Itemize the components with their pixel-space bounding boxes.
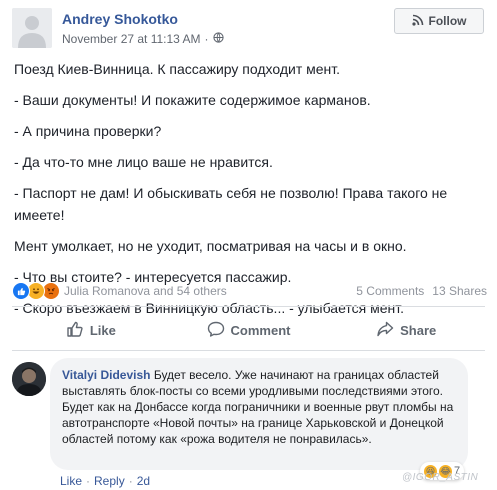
share-label: Share — [400, 322, 437, 338]
comment-reply-link[interactable]: Reply — [94, 474, 125, 488]
post-timestamp[interactable]: November 27 at 11:13 AM — [62, 32, 201, 46]
divider — [12, 350, 485, 351]
comment-label: Comment — [230, 322, 291, 338]
post-paragraph: - Паспорт не дам! И обыскивать себя не п… — [14, 185, 448, 223]
follow-label: Follow — [428, 14, 467, 28]
comments-count[interactable]: 5 Comments — [356, 284, 424, 298]
comment-bubble: Vitalyi Didevish Будет весело. Уже начин… — [50, 358, 468, 470]
comment-age[interactable]: 2d — [137, 474, 150, 488]
rss-icon — [411, 14, 424, 29]
post-author[interactable]: Andrey Shokotko — [62, 11, 178, 27]
comment-like-link[interactable]: Like — [60, 474, 82, 488]
thumbs-up-icon — [66, 320, 84, 341]
reactions-summary: Julia Romanova and 54 others 5 Comments … — [12, 282, 487, 300]
watermark: @IGOR_ASTIN — [402, 472, 479, 483]
comment-actions: Like · Reply · 2d — [60, 474, 150, 488]
like-icon — [12, 282, 30, 300]
engagement-counts: 5 Comments 13 Shares — [356, 284, 487, 298]
comment-action-separator: · — [86, 474, 91, 488]
comment-button[interactable]: Comment — [170, 310, 328, 350]
divider — [12, 306, 485, 307]
reaction-icons[interactable] — [12, 282, 60, 300]
share-button[interactable]: Share — [327, 310, 485, 350]
post-meta: November 27 at 11:13 AM · — [62, 32, 224, 46]
facebook-post: Andrey Shokotko November 27 at 11:13 AM … — [0, 0, 497, 490]
action-bar: Like Comment Share — [12, 310, 485, 350]
post-paragraph: - Ваши документы! И покажите содержимое … — [14, 92, 371, 108]
meta-separator: · — [204, 32, 209, 46]
reaction-names[interactable]: Julia Romanova and 54 others — [64, 284, 227, 298]
comment-author[interactable]: Vitalyi Didevish — [62, 368, 150, 382]
like-button[interactable]: Like — [12, 310, 170, 350]
post-paragraph: Поезд Киев-Винница. К пассажиру подходит… — [14, 61, 341, 77]
like-label: Like — [89, 322, 116, 338]
follow-button[interactable]: Follow — [394, 8, 484, 34]
comment-bubble-icon — [207, 320, 225, 341]
post-paragraph: Мент умолкает, но не уходит, посматривая… — [14, 238, 407, 254]
commenter-avatar[interactable] — [12, 362, 46, 396]
post-paragraph: - Да что-то мне лицо ваше не нравится. — [14, 154, 273, 170]
post-paragraph: - А причина проверки? — [14, 123, 162, 139]
author-avatar[interactable] — [12, 8, 52, 48]
share-arrow-icon — [376, 320, 394, 341]
shares-count[interactable]: 13 Shares — [432, 284, 487, 298]
comment-action-separator: · — [128, 474, 133, 488]
globe-icon — [212, 32, 224, 46]
